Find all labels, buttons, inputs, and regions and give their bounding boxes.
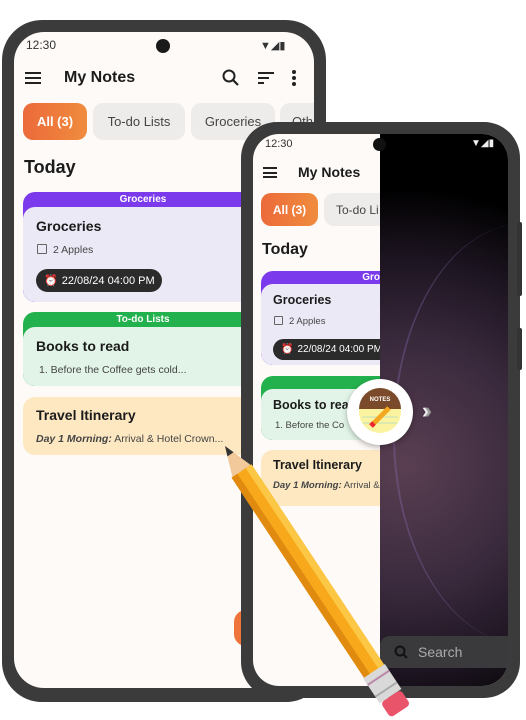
chip-all[interactable]: All (3)	[261, 193, 318, 226]
search-icon[interactable]	[222, 69, 240, 87]
note-label: Day 1 Morning:	[36, 433, 112, 445]
side-button	[517, 222, 522, 296]
chip-todo-lists[interactable]: To-do Li	[324, 193, 380, 226]
chip-all[interactable]: All (3)	[23, 103, 87, 140]
section-today: Today	[24, 157, 76, 177]
note-category: To-do Lists	[116, 314, 170, 325]
alarm-icon: ⏰	[44, 275, 58, 287]
checklist-item[interactable]: 2 Apples	[274, 316, 325, 327]
note-title: Groceries	[36, 218, 102, 234]
svg-text:NOTES: NOTES	[370, 397, 391, 403]
app-title: My Notes	[64, 69, 136, 86]
menu-icon[interactable]	[263, 167, 277, 178]
app-logo: NOTES	[347, 379, 413, 445]
note-card-groceries[interactable]: Groceries Groceries 2 Apples ⏰ 22/08/24 0…	[23, 192, 263, 302]
note-category: Groceries	[119, 194, 167, 205]
status-icons: ▼◢▮	[471, 138, 495, 149]
checklist-item[interactable]: 2 Apples	[37, 244, 93, 256]
checklist-text: 2 Apples	[289, 316, 326, 327]
side-button	[517, 328, 522, 370]
status-time: 12:30	[265, 138, 293, 150]
status-icons: ▼◢▮	[260, 40, 286, 52]
note-card-groceries[interactable]: Gro Groceries 2 Apples ⏰ 22/08/24 04:00 P…	[261, 271, 380, 365]
camera-cutout	[373, 138, 386, 151]
checklist-text: 2 Apples	[53, 244, 94, 256]
note-preview: 1. Before the Coffee gets cold...	[39, 364, 187, 376]
checkbox[interactable]	[37, 244, 47, 254]
note-title: Groceries	[273, 293, 332, 307]
status-time: 12:30	[26, 38, 57, 52]
reminder-text: 22/08/24 04:00 PM	[61, 274, 155, 287]
more-options-icon[interactable]	[292, 70, 296, 86]
reminder-text: 22/08/24 04:00 PM	[297, 344, 380, 355]
menu-icon[interactable]	[25, 72, 41, 84]
note-title: Books to rea	[273, 398, 349, 412]
chip-todo-lists[interactable]: To-do Lists	[93, 103, 185, 140]
app-title: My Notes	[298, 164, 361, 180]
notes-logo-icon: NOTES	[359, 388, 401, 433]
note-title: Books to read	[36, 338, 130, 354]
note-title: Travel Itinerary	[36, 407, 136, 423]
section-today: Today	[262, 241, 308, 258]
note-preview: Arrival & Hotel Crown...	[114, 433, 224, 445]
reminder-pill[interactable]: ⏰ 22/08/24 04:00 PM	[36, 269, 162, 292]
alarm-icon: ⏰	[281, 344, 294, 355]
camera-cutout	[156, 39, 170, 53]
note-card-books[interactable]: To-do Lists Books to read 1. Before the …	[23, 312, 263, 386]
checkbox[interactable]	[274, 316, 283, 325]
chevrons-right-icon: ›››	[422, 398, 434, 423]
pencil-icon	[225, 446, 409, 717]
note-category: Gro	[362, 272, 380, 283]
sort-icon[interactable]	[258, 72, 274, 84]
reminder-pill[interactable]: ⏰ 22/08/24 04:00 PM	[273, 339, 380, 360]
note-preview: 1. Before the Co	[275, 420, 345, 431]
